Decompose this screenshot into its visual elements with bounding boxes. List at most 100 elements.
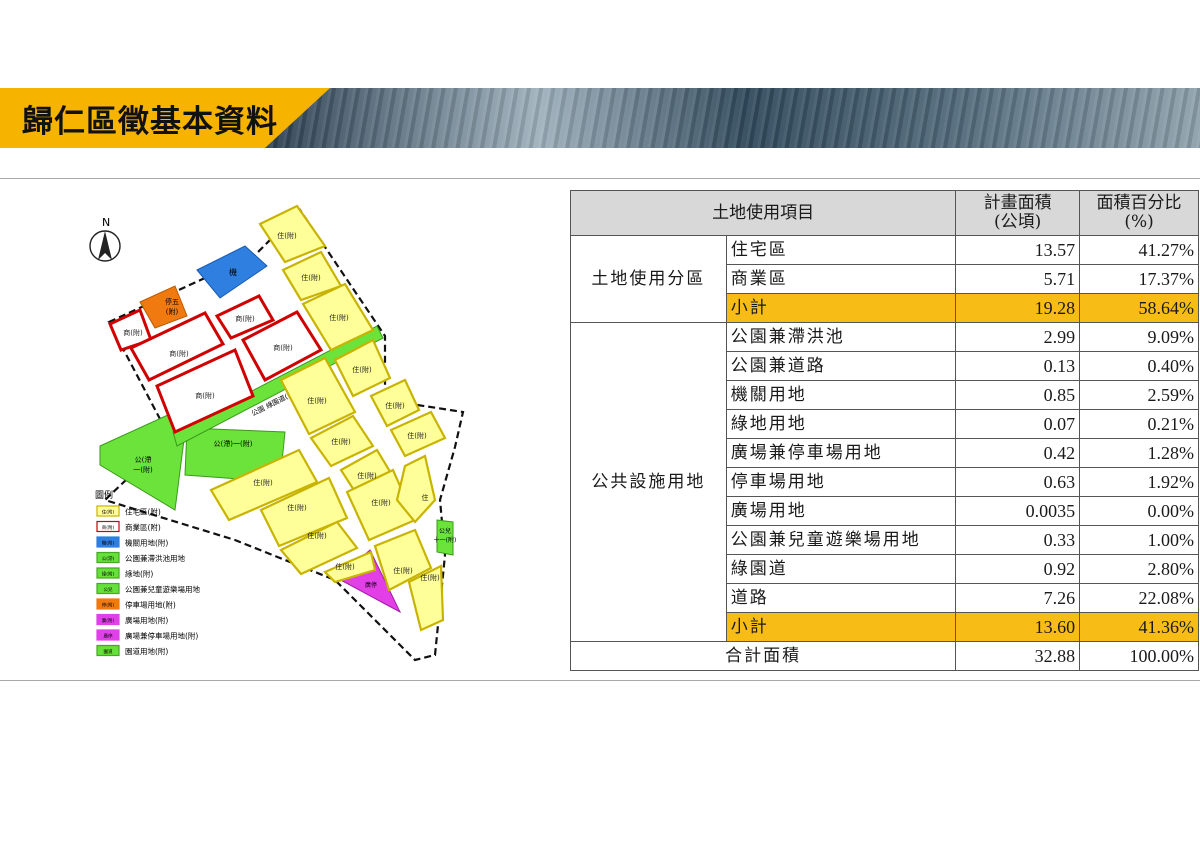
residential-label-16: 住(附): [420, 573, 440, 582]
residential-label-4: 住(附): [352, 365, 372, 374]
row-percent: 1.00%: [1079, 525, 1199, 555]
residential-label-15: 住(附): [393, 566, 413, 575]
legend-code: 廣(附): [102, 617, 115, 624]
header-percent-text: 面積百分比 (%): [1096, 193, 1182, 232]
bottom-divider: [0, 680, 1200, 681]
north-arrow-pointer: [98, 231, 112, 260]
residential-label-12: 住(附): [371, 498, 391, 507]
residential-label-9: 住(附): [357, 471, 377, 480]
row-item: 公園兼兒童遊樂場用地: [725, 525, 957, 555]
residential-label-6: 住(附): [385, 401, 405, 410]
residential-label-7: 住(附): [331, 437, 351, 446]
total-percent: 100.00%: [1079, 641, 1199, 671]
square-parking-label: 廣停: [365, 581, 377, 589]
row-percent: 2.59%: [1079, 380, 1199, 410]
table-row: 土地使用分區 住宅區 13.57 41.27%: [570, 235, 1199, 323]
row-percent: 9.09%: [1079, 322, 1199, 352]
row-percent: 0.21%: [1079, 409, 1199, 439]
commercial-label-5: 商(附): [273, 343, 293, 352]
header-area: 計畫面積 (公頃): [955, 190, 1081, 236]
legend-label: 公園兼兒童遊樂場用地: [125, 584, 200, 594]
legend-code: 住(附): [102, 509, 115, 516]
row-item: 住宅區: [725, 235, 957, 265]
legend-label: 廣場用地(附): [125, 615, 168, 625]
subtotal-percent: 58.64%: [1079, 293, 1199, 323]
residential-label-13: 住: [422, 493, 429, 502]
park-detention-label: 公(滯)一(附): [214, 439, 253, 448]
total-area: 32.88: [955, 641, 1081, 671]
row-percent: 0.40%: [1079, 351, 1199, 381]
north-label: N: [102, 216, 110, 229]
row-percent: 0.00%: [1079, 496, 1199, 526]
agency-land-label: 機: [229, 267, 237, 277]
subtotal-item: 小計: [725, 612, 957, 642]
header-area-text: 計畫面積 (公頃): [983, 193, 1052, 232]
header-item: 土地使用項目: [569, 190, 957, 236]
legend-label: 停車場用地(附): [125, 600, 176, 610]
commercial-label-2: 商(附): [169, 349, 189, 358]
total-row: 合計面積 32.88 100.00%: [569, 641, 1199, 671]
legend-title: 圖例: [95, 489, 113, 501]
parking-lot: [139, 285, 188, 329]
park-playground-label: 公兒: [439, 527, 451, 535]
legend-code: 公兒: [104, 586, 113, 593]
commercial-label-1: 商(附): [123, 328, 143, 337]
total-label: 合計面積: [569, 641, 957, 671]
subtotal-area: 13.60: [955, 612, 1081, 642]
residential-label-3: 住(附): [329, 313, 349, 322]
parking-lot-label: 停五: [165, 297, 179, 306]
row-item: 廣場用地: [725, 496, 957, 526]
table-row: 公共設施用地 公園兼滯洪池 2.99 9.09%: [570, 322, 1199, 642]
legend-label: 公園兼滯洪池用地: [125, 553, 185, 563]
legend-label: 園道用地(附): [125, 646, 168, 656]
park-detention-west-label2: 一(附): [133, 465, 153, 474]
row-item: 機關用地: [725, 380, 957, 410]
row-percent: 17.37%: [1079, 264, 1199, 294]
legend-code: 停(附): [102, 602, 115, 609]
row-percent: 2.80%: [1079, 554, 1199, 584]
row-item: 道路: [725, 583, 957, 613]
table-header-row: 土地使用項目 計畫面積 (公頃) 面積百分比 (%): [569, 190, 1199, 236]
park-detention-west-label: 公(滯: [135, 455, 152, 464]
row-percent: 22.08%: [1079, 583, 1199, 613]
legend-code: 公(滯): [102, 555, 115, 562]
row-area: 0.07: [955, 409, 1081, 439]
land-use-table: 土地使用項目 計畫面積 (公頃) 面積百分比 (%) 土地使用分區 住宅區 13.5…: [569, 190, 1199, 671]
map-legend: 住(附) 住宅區(附) 商(附) 商業區(附) 機(附) 機關用地(附) 公(滯) 公園兼滯洪…: [96, 505, 200, 657]
row-area: 0.0035: [955, 496, 1081, 526]
row-area: 13.57: [955, 235, 1081, 265]
row-area: 0.92: [955, 554, 1081, 584]
top-divider: [0, 178, 1200, 179]
park-playground-label2: 十一(附): [434, 536, 457, 544]
residential-label-17: 住(附): [335, 562, 355, 571]
commercial-label-3: 商(附): [235, 314, 255, 323]
row-area: 0.85: [955, 380, 1081, 410]
row-area: 0.13: [955, 351, 1081, 381]
row-percent: 1.28%: [1079, 438, 1199, 468]
zoning-map-drawing: N 公(滯 一(附) 公(滯)一(附) 公園 綠園道(附) 公兒 十一(附) 廣…: [89, 204, 465, 662]
residential-label-1: 住(附): [277, 231, 297, 240]
subtotal-percent: 41.36%: [1079, 612, 1199, 642]
page-title: 歸仁區徵基本資料: [22, 104, 278, 140]
residential-label-10: 住(附): [253, 478, 273, 487]
legend-label: 住宅區(附): [125, 507, 161, 517]
legend-label: 廣場兼停車場用地(附): [125, 631, 198, 641]
zoning-category: 土地使用分區: [570, 235, 727, 323]
residential-label-8: 住(附): [407, 431, 427, 440]
residential-label-11: 住(附): [287, 503, 307, 512]
legend-code: 廣停: [104, 633, 113, 640]
row-area: 2.99: [955, 322, 1081, 352]
row-item: 公園兼道路: [725, 351, 957, 381]
row-area: 0.42: [955, 438, 1081, 468]
header-percent: 面積百分比 (%): [1079, 190, 1199, 236]
row-item: 公園兼滯洪池: [725, 322, 957, 352]
legend-code: 商(附): [102, 524, 115, 531]
legend-code: 綠(附): [102, 571, 115, 578]
row-item: 商業區: [725, 264, 957, 294]
residential-label-5: 住(附): [307, 396, 327, 405]
row-item: 停車場用地: [725, 467, 957, 497]
row-area: 5.71: [955, 264, 1081, 294]
legend-label: 機關用地(附): [125, 538, 168, 548]
residential-label-2: 住(附): [301, 273, 321, 282]
parking-lot-label2: (附): [166, 307, 179, 316]
